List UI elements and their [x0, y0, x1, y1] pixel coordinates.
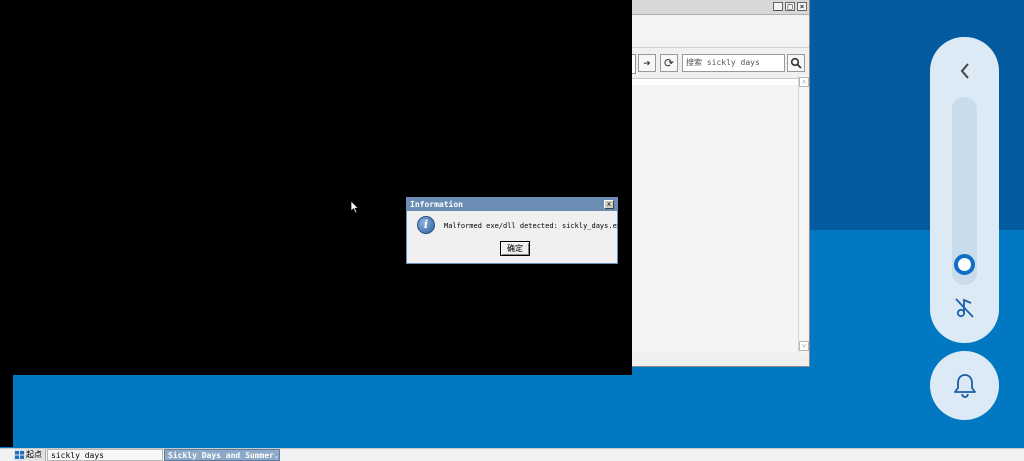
- browser-window: _ □ × ➔ ⟳ 搜索 sickly days ˄ ˅: [632, 0, 810, 367]
- page-content[interactable]: [632, 79, 798, 353]
- start-button[interactable]: 起点: [14, 449, 46, 461]
- address-bar[interactable]: [632, 54, 636, 74]
- volume-panel: [930, 37, 999, 343]
- bell-icon: [954, 374, 976, 398]
- information-dialog: Information x i Malformed exe/dll detect…: [406, 197, 625, 264]
- taskbar-item-sickly-days[interactable]: sickly days: [47, 449, 163, 461]
- navigation-bar: ➔ ⟳ 搜索 sickly days: [632, 48, 809, 79]
- scroll-down-icon[interactable]: ˅: [799, 341, 809, 351]
- back-chevron-icon[interactable]: [930, 51, 999, 91]
- dialog-message: Malformed exe/dll detected: sickly_days.…: [444, 222, 626, 230]
- scroll-up-icon[interactable]: ˄: [799, 77, 809, 87]
- close-button[interactable]: ×: [797, 2, 807, 11]
- dialog-close-button[interactable]: x: [604, 200, 614, 209]
- notification-button[interactable]: [930, 351, 999, 420]
- dialog-body: i Malformed exe/dll detected: sickly_day…: [407, 211, 625, 263]
- forward-arrow-icon[interactable]: ➔: [638, 54, 656, 72]
- vertical-scrollbar[interactable]: ˄ ˅: [798, 75, 809, 353]
- start-label: 起点: [26, 450, 42, 459]
- ok-button[interactable]: 确定: [500, 241, 530, 256]
- fullscreen-app-area[interactable]: [0, 0, 632, 375]
- browser-titlebar[interactable]: _ □ ×: [632, 0, 809, 15]
- refresh-icon[interactable]: ⟳: [660, 54, 678, 72]
- browser-toolbar: [632, 15, 809, 48]
- desktop-edge: [0, 375, 13, 447]
- maximize-button[interactable]: □: [785, 2, 795, 11]
- dialog-title: Information: [407, 198, 617, 211]
- info-icon: i: [417, 216, 435, 234]
- mouse-cursor-icon: [350, 200, 360, 214]
- volume-slider-knob[interactable]: [954, 254, 975, 275]
- search-input[interactable]: 搜索 sickly days: [682, 54, 785, 72]
- minimize-button[interactable]: _: [773, 2, 783, 11]
- start-logo-icon: [15, 451, 24, 459]
- music-off-icon[interactable]: [952, 295, 977, 320]
- taskbar-item-game[interactable]: Sickly Days and Summer...: [164, 449, 280, 461]
- search-icon[interactable]: [787, 54, 805, 72]
- taskbar: 起点 sickly days Sickly Days and Summer...: [0, 448, 1024, 461]
